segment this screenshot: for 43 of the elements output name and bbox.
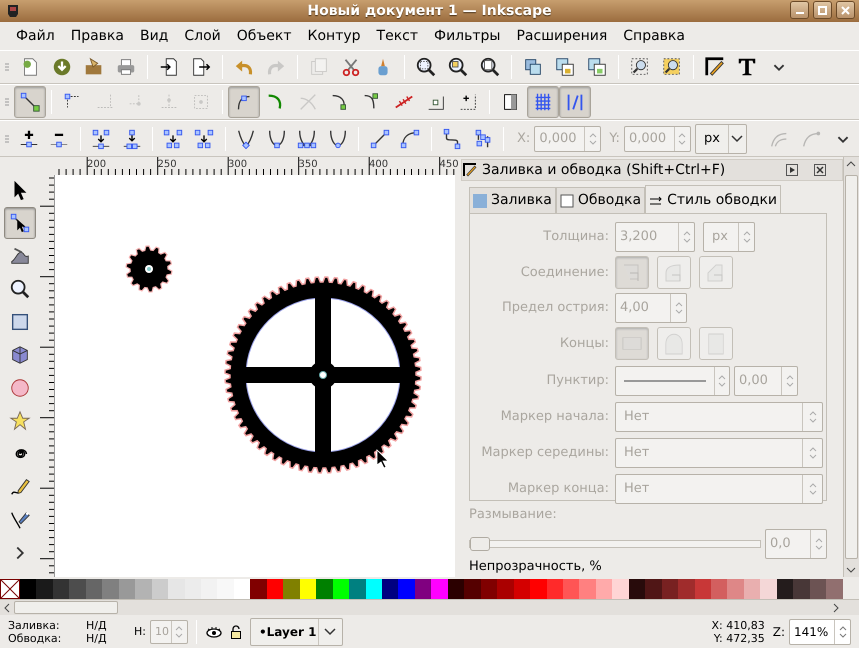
menu-item[interactable]: Фильтры xyxy=(426,26,508,46)
ruler-label: 250 xyxy=(158,158,177,172)
coordinate-label: X: xyxy=(710,619,723,632)
status-label: Заливка: xyxy=(8,619,61,632)
window-title: Новый документ 1 — Inkscape xyxy=(307,2,552,20)
field-label: Маркер начала: xyxy=(500,408,610,426)
coordinate-label: X: xyxy=(517,130,530,148)
field-label: Соединение: xyxy=(520,264,610,282)
field-label: Концы: xyxy=(558,334,610,353)
field-label: Предел острия: xyxy=(500,299,610,318)
opacity-label: Непрозрачность, % xyxy=(469,558,603,574)
menu-item[interactable]: Правка xyxy=(62,26,132,46)
status-value: Н/Д xyxy=(86,632,108,645)
coordinate-value: 472,35 xyxy=(725,632,765,645)
unit-dropdown[interactable]: px xyxy=(694,124,747,154)
status-label: Обводка: xyxy=(8,632,62,645)
coordinate-label: Y: xyxy=(712,632,723,645)
ruler-label: 350 xyxy=(298,158,318,172)
coordinate-value: 410,83 xyxy=(725,619,765,632)
menu-item[interactable]: Вид xyxy=(132,26,176,46)
menu-item[interactable]: Объект xyxy=(228,26,300,46)
opacity-label: H: xyxy=(134,624,146,640)
menu-item[interactable]: Текст xyxy=(368,26,426,46)
menu-item[interactable]: Расширения xyxy=(508,26,616,46)
field-label: Толщина: xyxy=(542,228,610,246)
field-label: Пунктир: xyxy=(546,372,610,390)
status-value: Н/Д xyxy=(86,619,108,632)
zoom-field[interactable]: 141% xyxy=(789,619,851,645)
coordinate-label: Y: xyxy=(609,130,620,148)
ruler-label: 300 xyxy=(228,158,248,172)
layer-dropdown[interactable]: •Layer 1 xyxy=(250,618,343,646)
ruler-label: 200 xyxy=(87,158,106,172)
field-label: Маркер конца: xyxy=(506,480,610,498)
blur-label: Размывание: xyxy=(469,506,558,524)
menu-item[interactable]: Контур xyxy=(300,26,369,46)
zoom-label: Z: xyxy=(772,624,785,641)
ruler-label: 400 xyxy=(369,158,388,172)
panel-title: Заливка и обводка (Shift+Ctrl+F) xyxy=(482,160,726,180)
field-label: Маркер середины: xyxy=(480,444,610,462)
menu-item[interactable]: Справка xyxy=(615,26,693,46)
menu-item[interactable]: Файл xyxy=(8,26,63,46)
menu-item[interactable]: Слой xyxy=(176,26,229,46)
ruler-label: 450 xyxy=(440,158,459,172)
